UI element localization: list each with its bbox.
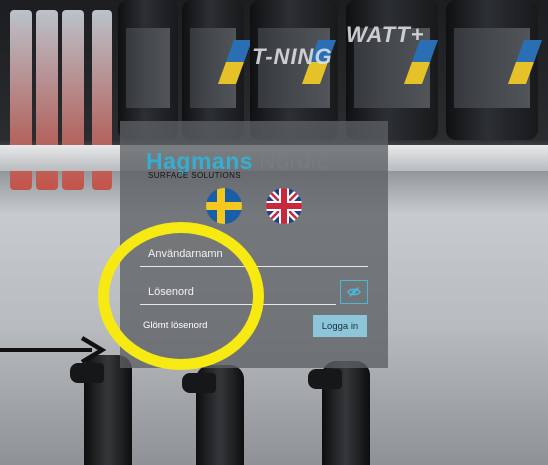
brand-tagline: SURFACE SOLUTIONS	[148, 171, 242, 180]
password-field[interactable]	[140, 280, 336, 305]
background-sprayer	[70, 355, 132, 465]
background-label: WATT+	[346, 22, 425, 47]
background-bottle	[182, 0, 253, 140]
username-field[interactable]	[140, 242, 368, 267]
eye-slash-icon	[347, 287, 361, 297]
toggle-password-visibility-button[interactable]	[340, 280, 368, 304]
background-bottle	[446, 0, 543, 140]
background-bottle	[346, 0, 439, 140]
background-bottle	[118, 0, 178, 140]
background-label: T-NING	[252, 44, 333, 69]
username-input[interactable]	[140, 242, 368, 266]
brand-name-secondary: Nordic	[259, 148, 329, 174]
uk-flag-icon[interactable]	[266, 188, 302, 224]
background-sprayer	[308, 361, 370, 465]
swedish-flag-icon[interactable]	[206, 188, 242, 224]
background-sprayer	[182, 365, 244, 465]
forgot-password-link[interactable]: Glömt lösenord	[143, 320, 207, 331]
background-bottle	[250, 0, 338, 140]
login-button[interactable]: Logga in	[313, 315, 367, 337]
password-input[interactable]	[140, 280, 336, 304]
